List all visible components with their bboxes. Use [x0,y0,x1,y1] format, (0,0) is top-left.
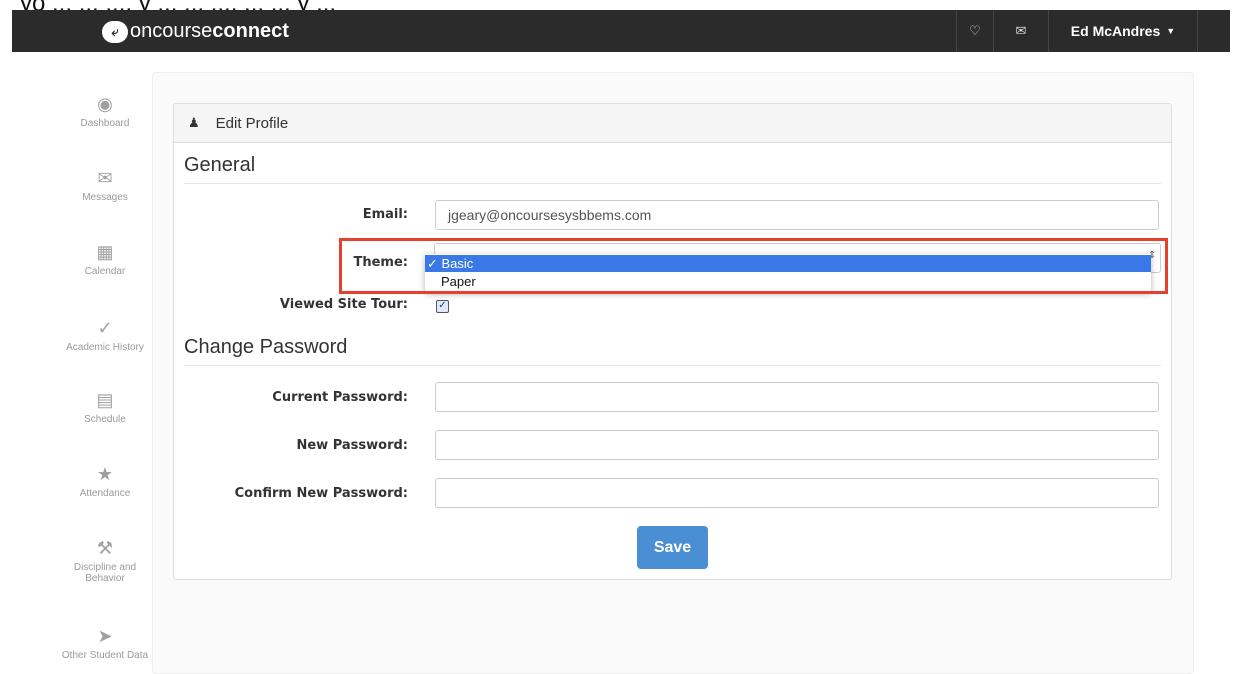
sidebar-item-attendance[interactable]: ★ Attendance [58,464,152,499]
email-value: jgeary@oncoursesysbbems.com [448,207,652,223]
user-menu-button[interactable]: Ed McAndres ▼ [1048,10,1198,52]
brand-name-light: oncourse [130,20,213,42]
current-password-label: Current Password: [272,390,408,405]
confirm-password-label: Confirm New Password: [234,486,408,501]
envelope-icon: ✉ [97,168,113,188]
section-title-change-password: Change Password [184,336,1161,366]
check-icon: ✓ [97,318,113,338]
sidebar-item-label: Dashboard [80,118,130,129]
sidebar-item-label: Schedule [84,414,126,425]
sidebar-item-label: Messages [82,192,128,203]
sidebar-item-schedule[interactable]: ▤ Schedule [58,390,152,425]
user-name: Ed McAndres [1070,23,1161,39]
card-header: ♟ Edit Profile [174,104,1171,143]
save-button[interactable]: Save [637,526,708,569]
section-title-general: General [184,154,1161,184]
viewed-site-tour-label: Viewed Site Tour: [279,297,408,312]
star-icon: ★ [96,464,114,484]
brand-logo[interactable]: ⤶ oncourse connect [102,20,289,43]
sidebar-item-discipline[interactable]: ⚒ Discipline and Behavior [58,538,152,584]
oncourse-logo-icon: ⤶ [102,20,128,43]
sidebar-item-label: Calendar [84,266,126,277]
envelope-icon: ✉ [1015,23,1027,39]
email-field[interactable]: jgeary@oncoursesysbbems.com [435,200,1159,230]
card-title: Edit Profile [215,114,289,132]
new-password-label: New Password: [296,438,408,453]
confirm-password-field[interactable] [435,478,1159,508]
email-label: Email: [362,207,408,222]
sidebar-item-label: Attendance [79,488,131,499]
new-password-field[interactable] [435,430,1159,460]
sidebar-item-messages[interactable]: ✉ Messages [58,168,152,203]
list-icon: ▤ [96,390,114,410]
notifications-button[interactable]: ♡ [956,10,993,52]
sidebar-item-dashboard[interactable]: ◉ Dashboard [58,94,152,129]
calendar-icon: ▦ [96,242,114,262]
sidebar-item-other-student-data[interactable]: ➤ Other Student Data [58,626,152,661]
bell-icon: ♡ [969,23,981,39]
tag-icon: ➤ [97,626,113,646]
top-navbar: ⤶ oncourse connect ♡ ✉ Ed McAndres ▼ [12,10,1230,52]
sidebar-item-label: Other Student Data [61,650,149,661]
annotation-highlight-box [339,238,1168,294]
edit-profile-card: ♟ Edit Profile General Email: jgeary@onc… [173,103,1172,580]
sidebar-item-academic-history[interactable]: ✓ Academic History [58,318,152,353]
user-icon: ♟ [188,115,200,130]
sidebar-item-label: Discipline and Behavior [73,562,137,584]
caret-down-icon: ▼ [1166,26,1176,36]
sidebar-item-calendar[interactable]: ▦ Calendar [58,242,152,277]
clipped-caption-text: yo ... ... ..., y ... ... ..., ... ... y… [20,0,1230,10]
current-password-field[interactable] [435,382,1159,412]
messages-button[interactable]: ✉ [993,10,1048,52]
sidebar-item-label: Academic History [66,342,144,353]
dashboard-icon: ◉ [97,94,113,114]
gavel-icon: ⚒ [96,538,114,558]
viewed-site-tour-checkbox[interactable]: ✓ [436,300,449,313]
brand-name-bold: connect [212,20,289,42]
